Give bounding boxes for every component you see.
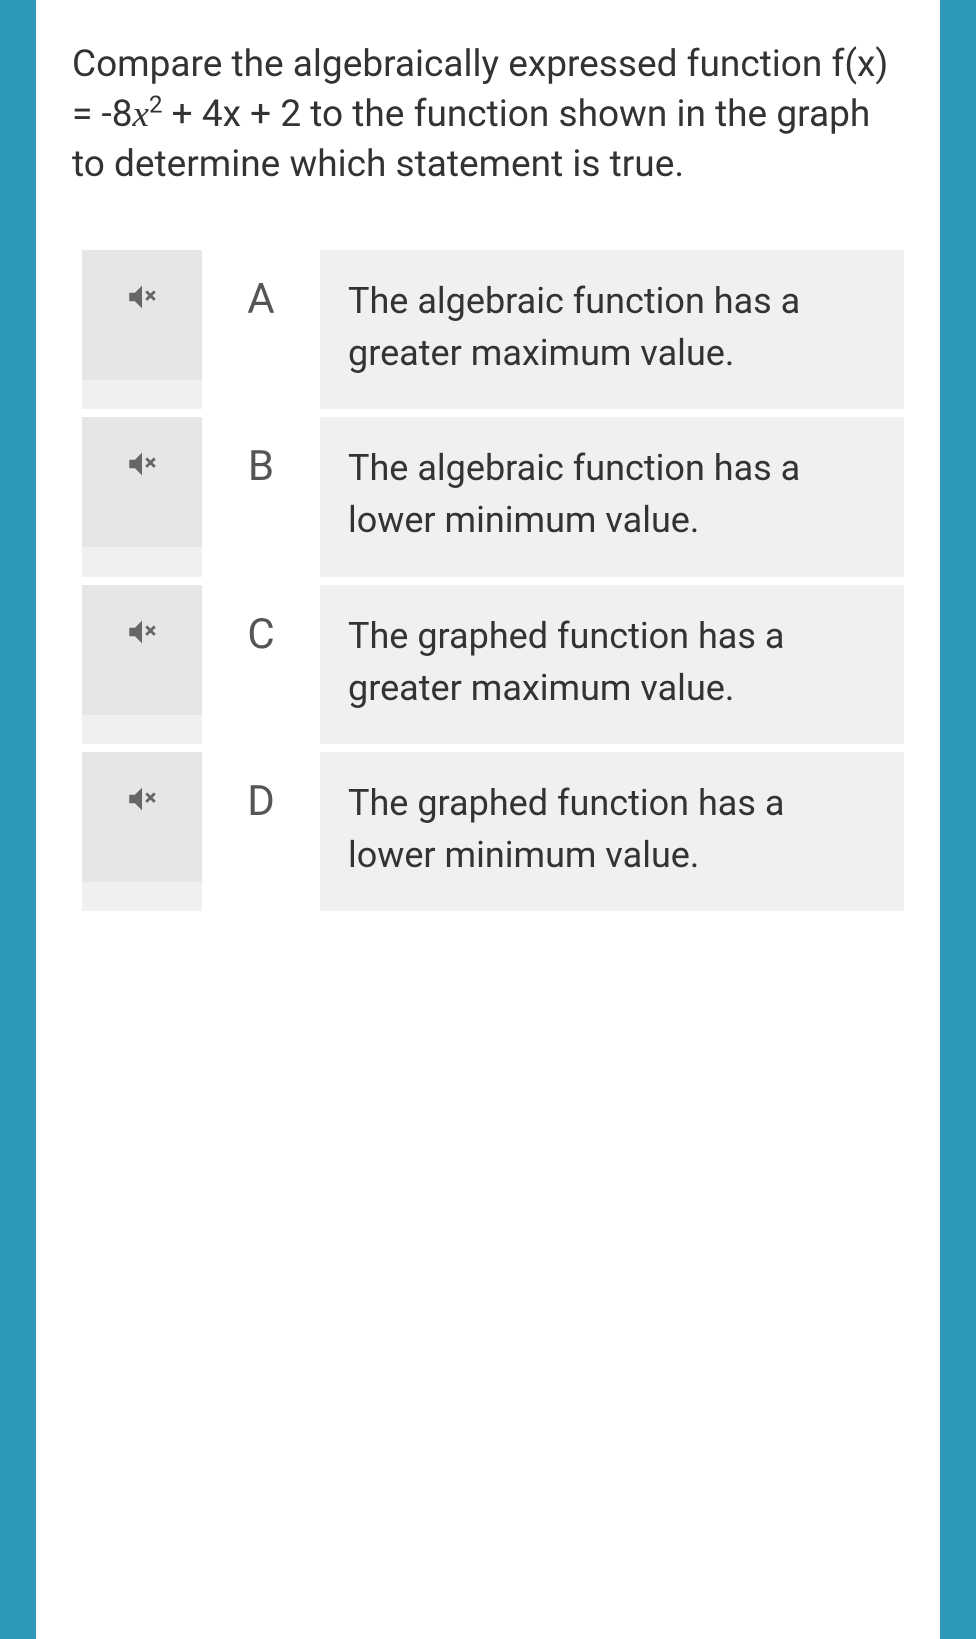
option-letter-cell: A [202,250,320,409]
mute-button-c[interactable] [82,585,202,715]
option-letter: C [247,610,274,659]
option-text: The graphed function has a lower minimum… [320,752,904,911]
mute-button-a[interactable] [82,250,202,380]
mute-icon [125,782,159,816]
option-letter-cell: B [202,417,320,576]
option-letter-cell: D [202,752,320,911]
question-text: Compare the algebraically expressed func… [72,40,904,190]
option-text: The algebraic function has a greater max… [320,250,904,409]
option-text: The algebraic function has a lower minim… [320,417,904,576]
mute-button-d[interactable] [82,752,202,882]
option-letter: B [248,442,274,491]
option-letter: A [247,275,274,324]
mute-button-b[interactable] [82,417,202,547]
option-a[interactable]: A The algebraic function has a greater m… [82,250,904,409]
option-d[interactable]: D The graphed function has a lower minim… [82,752,904,911]
question-var: x [133,94,149,135]
options-list: A The algebraic function has a greater m… [72,250,904,912]
option-letter: D [247,777,275,826]
content-panel: Compare the algebraically expressed func… [36,0,940,1639]
question-exponent: 2 [149,91,163,119]
outer-frame: Compare the algebraically expressed func… [0,0,976,1639]
mute-icon [125,280,159,314]
question-suffix: + 4x + 2 to the function shown in the gr… [72,93,870,186]
option-c[interactable]: C The graphed function has a greater max… [82,585,904,744]
option-text: The graphed function has a greater maxim… [320,585,904,744]
mute-icon [125,615,159,649]
option-b[interactable]: B The algebraic function has a lower min… [82,417,904,576]
mute-icon [125,447,159,481]
option-letter-cell: C [202,585,320,744]
